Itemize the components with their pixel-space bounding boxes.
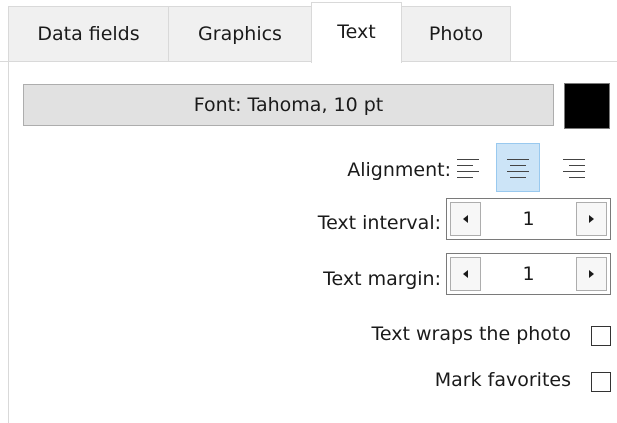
triangle-left-icon	[463, 270, 468, 278]
triangle-left-icon	[463, 215, 468, 223]
alignment-label: Alignment:	[347, 159, 451, 181]
text-color-swatch[interactable]	[564, 83, 610, 129]
text-margin-spinner: 1	[446, 253, 611, 295]
align-center-icon	[507, 159, 529, 178]
wrap-photo-checkbox[interactable]	[591, 326, 611, 346]
tab-text[interactable]: Text	[311, 2, 402, 63]
mark-favorites-checkbox[interactable]	[591, 372, 611, 392]
triangle-right-icon	[589, 270, 594, 278]
text-interval-value[interactable]: 1	[484, 199, 573, 239]
tab-graphics[interactable]: Graphics	[168, 6, 312, 61]
text-margin-decrement-button[interactable]	[450, 257, 481, 291]
align-center-button[interactable]	[496, 143, 540, 192]
mark-favorites-label: Mark favorites	[434, 369, 571, 391]
text-interval-label: Text interval:	[317, 212, 441, 234]
tab-strip: Data fields Graphics Text Photo	[0, 0, 617, 63]
font-button[interactable]: Font: Tahoma, 10 pt	[23, 84, 554, 126]
wrap-photo-label: Text wraps the photo	[371, 323, 571, 345]
align-right-button[interactable]	[551, 143, 595, 192]
text-margin-increment-button[interactable]	[576, 257, 607, 291]
text-margin-value[interactable]: 1	[484, 254, 573, 294]
triangle-right-icon	[589, 215, 594, 223]
text-interval-spinner: 1	[446, 198, 611, 240]
tab-photo[interactable]: Photo	[401, 6, 511, 61]
text-tab-panel: Font: Tahoma, 10 pt Alignment: Text inte…	[8, 62, 617, 423]
text-interval-increment-button[interactable]	[576, 202, 607, 236]
align-left-icon	[457, 159, 479, 178]
text-interval-decrement-button[interactable]	[450, 202, 481, 236]
text-margin-label: Text margin:	[323, 268, 441, 290]
align-left-button[interactable]	[447, 143, 491, 192]
align-right-icon	[563, 159, 585, 178]
tab-data-fields[interactable]: Data fields	[8, 6, 169, 61]
